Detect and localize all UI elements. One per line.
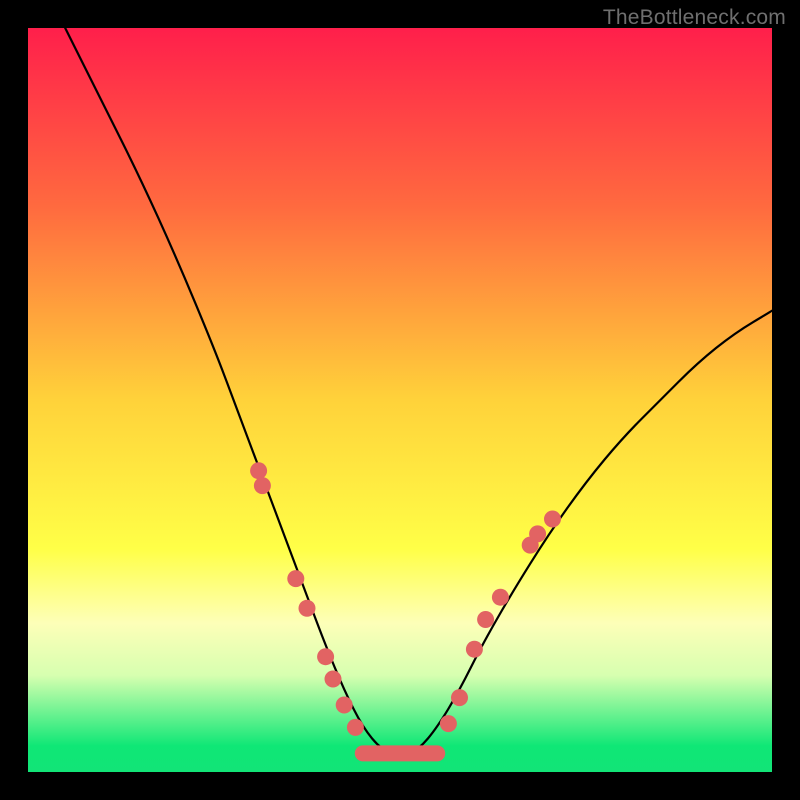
bottleneck-chart [28,28,772,772]
datapoint-marker [254,477,271,494]
datapoint-marker [451,689,468,706]
datapoint-marker [492,589,509,606]
datapoint-marker [440,715,457,732]
chart-svg [28,28,772,772]
datapoint-marker [336,697,353,714]
datapoint-marker [544,511,561,528]
datapoint-marker [317,648,334,665]
datapoint-marker [250,462,267,479]
datapoint-marker [325,671,342,688]
watermark-text: TheBottleneck.com [603,6,786,30]
datapoint-marker [466,641,483,658]
chart-frame: TheBottleneck.com [0,0,800,800]
datapoint-marker [347,719,364,736]
datapoint-marker [287,570,304,587]
datapoint-marker [299,600,316,617]
datapoint-marker [529,525,546,542]
datapoint-marker [477,611,494,628]
